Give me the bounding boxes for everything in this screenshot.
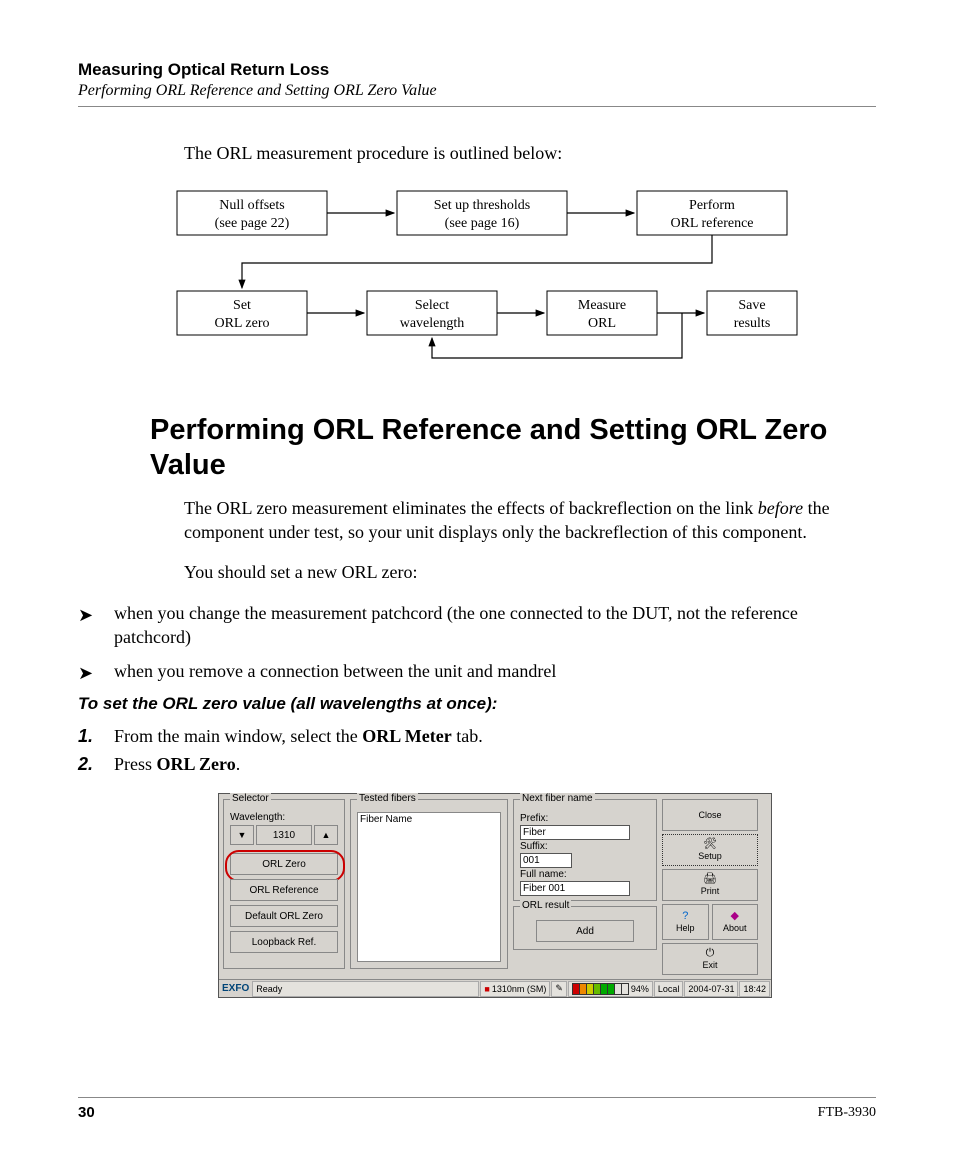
about-icon: ◆ xyxy=(731,911,739,922)
page-footer: 30 FTB-3930 xyxy=(78,1097,876,1121)
flow-box-5-l2: wavelength xyxy=(400,316,465,331)
prefix-label: Prefix: xyxy=(520,813,650,824)
flow-box-2-l1: Set up thresholds xyxy=(434,198,530,213)
product-code: FTB-3930 xyxy=(818,1105,876,1121)
about-button[interactable]: ◆ About xyxy=(712,904,759,940)
flow-box-6-l2: ORL xyxy=(588,316,616,331)
setup-icon: 🛠 xyxy=(703,839,717,850)
help-label: Help xyxy=(676,923,695,933)
flow-box-1-l2: (see page 22) xyxy=(215,216,290,231)
intro-text: The ORL measurement procedure is outline… xyxy=(184,141,876,165)
flow-box-2-l2: (see page 16) xyxy=(445,216,520,231)
selector-group-label: Selector xyxy=(230,793,271,804)
close-button[interactable]: Close xyxy=(662,799,758,831)
section-para-1: The ORL zero measurement eliminates the … xyxy=(184,496,876,545)
flow-box-4-l1: Set xyxy=(233,298,251,313)
fullname-label: Full name: xyxy=(520,869,650,880)
flow-box-4-l2: ORL zero xyxy=(214,316,269,331)
orl-result-group-label: ORL result xyxy=(520,900,571,911)
step-item: 1. From the main window, select the ORL … xyxy=(78,722,876,751)
exit-button[interactable]: ⏻ Exit xyxy=(662,943,758,975)
next-fiber-name-panel: Next fiber name Prefix: Suffix: Full nam… xyxy=(513,799,657,901)
step-item: 2. Press ORL Zero. xyxy=(78,750,876,779)
fiber-name-column-header: Fiber Name xyxy=(360,814,498,825)
flow-box-1-l1: Null offsets xyxy=(219,198,284,213)
loopback-ref-button[interactable]: Loopback Ref. xyxy=(230,931,338,953)
section-heading: Performing ORL Reference and Setting ORL… xyxy=(150,413,876,481)
orl-reference-button[interactable]: ORL Reference xyxy=(230,879,338,901)
flow-box-7-l1: Save xyxy=(738,298,765,313)
selector-panel: Selector Wavelength: ▼ 1310 ▲ ORL Zero O… xyxy=(223,799,345,969)
status-time: 18:42 xyxy=(739,981,770,997)
default-orl-zero-button[interactable]: Default ORL Zero xyxy=(230,905,338,927)
status-tool-icon: ✎ xyxy=(551,981,567,997)
flow-box-5-l1: Select xyxy=(415,298,449,313)
next-fiber-name-group-label: Next fiber name xyxy=(520,793,595,804)
fiber-name-list[interactable]: Fiber Name xyxy=(357,812,501,962)
suffix-input[interactable] xyxy=(520,853,572,868)
wavelength-label: Wavelength: xyxy=(230,812,338,823)
exit-label: Exit xyxy=(702,960,717,970)
bullet-item: when you change the measurement patchcor… xyxy=(78,601,876,650)
status-bar: EXFO Ready ■ 1310nm (SM) ✎ xyxy=(219,979,771,997)
flow-box-7-l2: results xyxy=(734,316,771,331)
header-rule xyxy=(78,106,876,107)
tested-fibers-panel: Tested fibers Fiber Name xyxy=(350,799,508,969)
about-label: About xyxy=(723,923,747,933)
status-ready: Ready xyxy=(252,981,479,997)
print-icon: 🖨 xyxy=(703,874,717,885)
wavelength-down-button[interactable]: ▼ xyxy=(230,825,254,845)
flowchart: Null offsets (see page 22) Set up thresh… xyxy=(78,183,876,373)
wavelength-up-button[interactable]: ▲ xyxy=(314,825,338,845)
status-local: Local xyxy=(654,981,684,997)
running-head-subtitle: Performing ORL Reference and Setting ORL… xyxy=(78,82,876,100)
flow-box-6-l1: Measure xyxy=(578,298,626,313)
status-date: 2004-07-31 xyxy=(684,981,738,997)
flow-box-3-l2: ORL reference xyxy=(670,216,753,231)
wavelength-value: 1310 xyxy=(256,825,312,845)
status-indicator-icon: ■ xyxy=(484,984,489,994)
procedure-subhead: To set the ORL zero value (all wavelengt… xyxy=(78,694,876,714)
tested-fibers-group-label: Tested fibers xyxy=(357,793,418,804)
help-button[interactable]: ? Help xyxy=(662,904,709,940)
orl-zero-button[interactable]: ORL Zero xyxy=(230,853,338,875)
fullname-input[interactable] xyxy=(520,881,630,896)
orl-result-panel: ORL result Add xyxy=(513,906,657,950)
page-number: 30 xyxy=(78,1104,95,1121)
add-button[interactable]: Add xyxy=(536,920,634,942)
step-list: 1. From the main window, select the ORL … xyxy=(78,722,876,780)
running-head-title: Measuring Optical Return Loss xyxy=(78,60,876,80)
setup-button[interactable]: 🛠 Setup xyxy=(662,834,758,866)
status-percent: 94% xyxy=(631,984,649,994)
status-meter: 94% xyxy=(568,981,653,997)
app-window: Selector Wavelength: ▼ 1310 ▲ ORL Zero O… xyxy=(218,793,772,998)
section-para-2: You should set a new ORL zero: xyxy=(184,560,876,584)
print-label: Print xyxy=(701,886,720,896)
brand-label: EXFO xyxy=(219,983,252,994)
bullet-list: when you change the measurement patchcor… xyxy=(78,601,876,684)
help-icon: ? xyxy=(682,911,688,922)
bullet-item: when you remove a connection between the… xyxy=(78,659,876,683)
setup-label: Setup xyxy=(698,851,722,861)
flow-box-3-l1: Perform xyxy=(689,198,735,213)
power-icon: ⏻ xyxy=(706,948,715,959)
close-label: Close xyxy=(698,810,721,820)
status-wavelength: ■ 1310nm (SM) xyxy=(480,981,550,997)
print-button[interactable]: 🖨 Print xyxy=(662,869,758,901)
suffix-label: Suffix: xyxy=(520,841,650,852)
prefix-input[interactable] xyxy=(520,825,630,840)
